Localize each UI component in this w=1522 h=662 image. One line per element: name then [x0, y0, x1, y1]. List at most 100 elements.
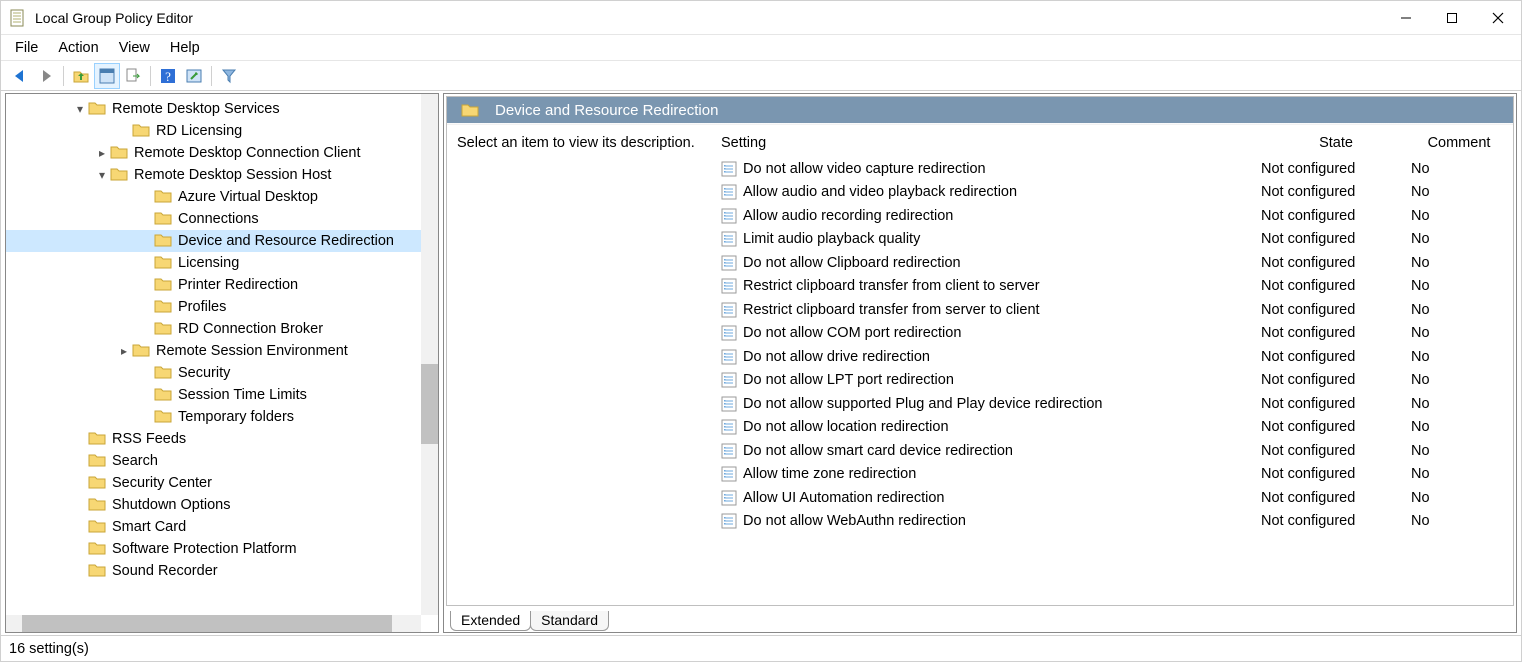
setting-row[interactable]: Restrict clipboard transfer from client … — [721, 275, 1507, 299]
tree-item[interactable]: Temporary folders — [6, 406, 438, 428]
properties-icon[interactable] — [94, 63, 120, 89]
tree-horizontal-scrollbar[interactable] — [6, 615, 421, 632]
setting-state: Not configured — [1261, 231, 1411, 247]
setting-row[interactable]: Do not allow video capture redirectionNo… — [721, 157, 1507, 181]
setting-row[interactable]: Do not allow location redirectionNot con… — [721, 416, 1507, 440]
setting-row[interactable]: Allow UI Automation redirectionNot confi… — [721, 486, 1507, 510]
description-placeholder: Select an item to view its description. — [457, 135, 695, 151]
tree-item[interactable]: Session Time Limits — [6, 384, 438, 406]
policy-icon — [721, 325, 737, 341]
setting-name: Do not allow location redirection — [743, 419, 1261, 435]
menu-file[interactable]: File — [15, 40, 38, 56]
policy-icon — [721, 231, 737, 247]
tree-item-label: Device and Resource Redirection — [178, 233, 394, 249]
export-icon[interactable] — [120, 63, 146, 89]
setting-row[interactable]: Limit audio playback qualityNot configur… — [721, 228, 1507, 252]
tree-item[interactable]: Azure Virtual Desktop — [6, 186, 438, 208]
collapse-icon[interactable]: ▾ — [94, 168, 110, 182]
tree-item[interactable]: RD Connection Broker — [6, 318, 438, 340]
setting-row[interactable]: Restrict clipboard transfer from server … — [721, 298, 1507, 322]
setting-name: Do not allow COM port redirection — [743, 325, 1261, 341]
setting-row[interactable]: Allow audio and video playback redirecti… — [721, 181, 1507, 205]
tree[interactable]: ▾ Remote Desktop Services RD Licensing ▸Rem… — [6, 94, 438, 582]
folder-icon — [154, 322, 172, 336]
menu-help[interactable]: Help — [170, 40, 200, 56]
tree-item[interactable]: Search — [6, 450, 438, 472]
list-header[interactable]: Setting State Comment — [721, 135, 1507, 157]
tree-item-label: Connections — [178, 211, 259, 227]
tree-item[interactable]: Profiles — [6, 296, 438, 318]
tree-item[interactable]: ▸Remote Desktop Connection Client — [6, 142, 438, 164]
setting-row[interactable]: Do not allow smart card device redirecti… — [721, 439, 1507, 463]
tree-item[interactable]: Sound Recorder — [6, 560, 438, 582]
close-button[interactable] — [1475, 1, 1521, 35]
tree-item-label: Security — [178, 365, 230, 381]
tree-item[interactable]: Shutdown Options — [6, 494, 438, 516]
tree-item[interactable]: Security Center — [6, 472, 438, 494]
menu-view[interactable]: View — [119, 40, 150, 56]
folder-icon — [110, 168, 128, 182]
column-comment[interactable]: Comment — [1411, 135, 1507, 151]
collapse-icon[interactable]: ▾ — [72, 102, 88, 116]
expand-icon[interactable]: ▸ — [94, 146, 110, 160]
setting-state: Not configured — [1261, 466, 1411, 482]
minimize-button[interactable] — [1383, 1, 1429, 35]
folder-icon — [88, 542, 106, 556]
folder-icon — [154, 212, 172, 226]
tree-item[interactable]: ▾Remote Desktop Session Host — [6, 164, 438, 186]
column-setting[interactable]: Setting — [721, 135, 1261, 151]
setting-comment: No — [1411, 255, 1507, 271]
back-icon[interactable] — [7, 63, 33, 89]
setting-state: Not configured — [1261, 349, 1411, 365]
tree-item-label: Temporary folders — [178, 409, 294, 425]
policy-icon — [721, 490, 737, 506]
tree-item[interactable]: Connections — [6, 208, 438, 230]
tree-item-label: Search — [112, 453, 158, 469]
setting-state: Not configured — [1261, 255, 1411, 271]
folder-icon — [154, 190, 172, 204]
tree-item-label: Remote Desktop Services — [112, 101, 280, 117]
column-state[interactable]: State — [1261, 135, 1411, 151]
expand-icon[interactable]: ▸ — [116, 344, 132, 358]
tab-standard[interactable]: Standard — [530, 611, 609, 631]
tree-item[interactable]: Licensing — [6, 252, 438, 274]
policy-icon — [721, 302, 737, 318]
setting-row[interactable]: Allow audio recording redirectionNot con… — [721, 204, 1507, 228]
setting-comment: No — [1411, 325, 1507, 341]
tree-item[interactable]: RSS Feeds — [6, 428, 438, 450]
tree-vertical-scrollbar[interactable] — [421, 94, 438, 615]
setting-row[interactable]: Allow time zone redirectionNot configure… — [721, 463, 1507, 487]
tree-item[interactable]: Software Protection Platform — [6, 538, 438, 560]
setting-row[interactable]: Do not allow Clipboard redirectionNot co… — [721, 251, 1507, 275]
folder-icon — [154, 256, 172, 270]
tree-item-label: Security Center — [112, 475, 212, 491]
tree-item-label: RD Licensing — [156, 123, 242, 139]
tree-item[interactable]: Printer Redirection — [6, 274, 438, 296]
setting-state: Not configured — [1261, 184, 1411, 200]
folder-up-icon[interactable] — [68, 63, 94, 89]
policy-icon — [721, 278, 737, 294]
help-icon[interactable]: ? — [155, 63, 181, 89]
setting-row[interactable]: Do not allow supported Plug and Play dev… — [721, 392, 1507, 416]
tab-extended[interactable]: Extended — [450, 611, 531, 631]
tree-item[interactable]: ▾ Remote Desktop Services — [6, 98, 438, 120]
filter-icon[interactable] — [216, 63, 242, 89]
show-hide-icon[interactable] — [181, 63, 207, 89]
maximize-button[interactable] — [1429, 1, 1475, 35]
tree-item[interactable]: RD Licensing — [6, 120, 438, 142]
folder-icon — [154, 388, 172, 402]
tree-item[interactable]: Device and Resource Redirection — [6, 230, 438, 252]
tree-item[interactable]: Security — [6, 362, 438, 384]
details-pane: Device and Resource Redirection Select a… — [443, 93, 1517, 633]
tree-item[interactable]: Smart Card — [6, 516, 438, 538]
setting-row[interactable]: Do not allow LPT port redirectionNot con… — [721, 369, 1507, 393]
setting-comment: No — [1411, 302, 1507, 318]
setting-row[interactable]: Do not allow WebAuthn redirectionNot con… — [721, 510, 1507, 534]
tree-item[interactable]: ▸Remote Session Environment — [6, 340, 438, 362]
setting-comment: No — [1411, 490, 1507, 506]
category-title: Device and Resource Redirection — [495, 102, 718, 119]
setting-row[interactable]: Do not allow COM port redirectionNot con… — [721, 322, 1507, 346]
menu-action[interactable]: Action — [58, 40, 98, 56]
setting-row[interactable]: Do not allow drive redirectionNot config… — [721, 345, 1507, 369]
forward-icon[interactable] — [33, 63, 59, 89]
